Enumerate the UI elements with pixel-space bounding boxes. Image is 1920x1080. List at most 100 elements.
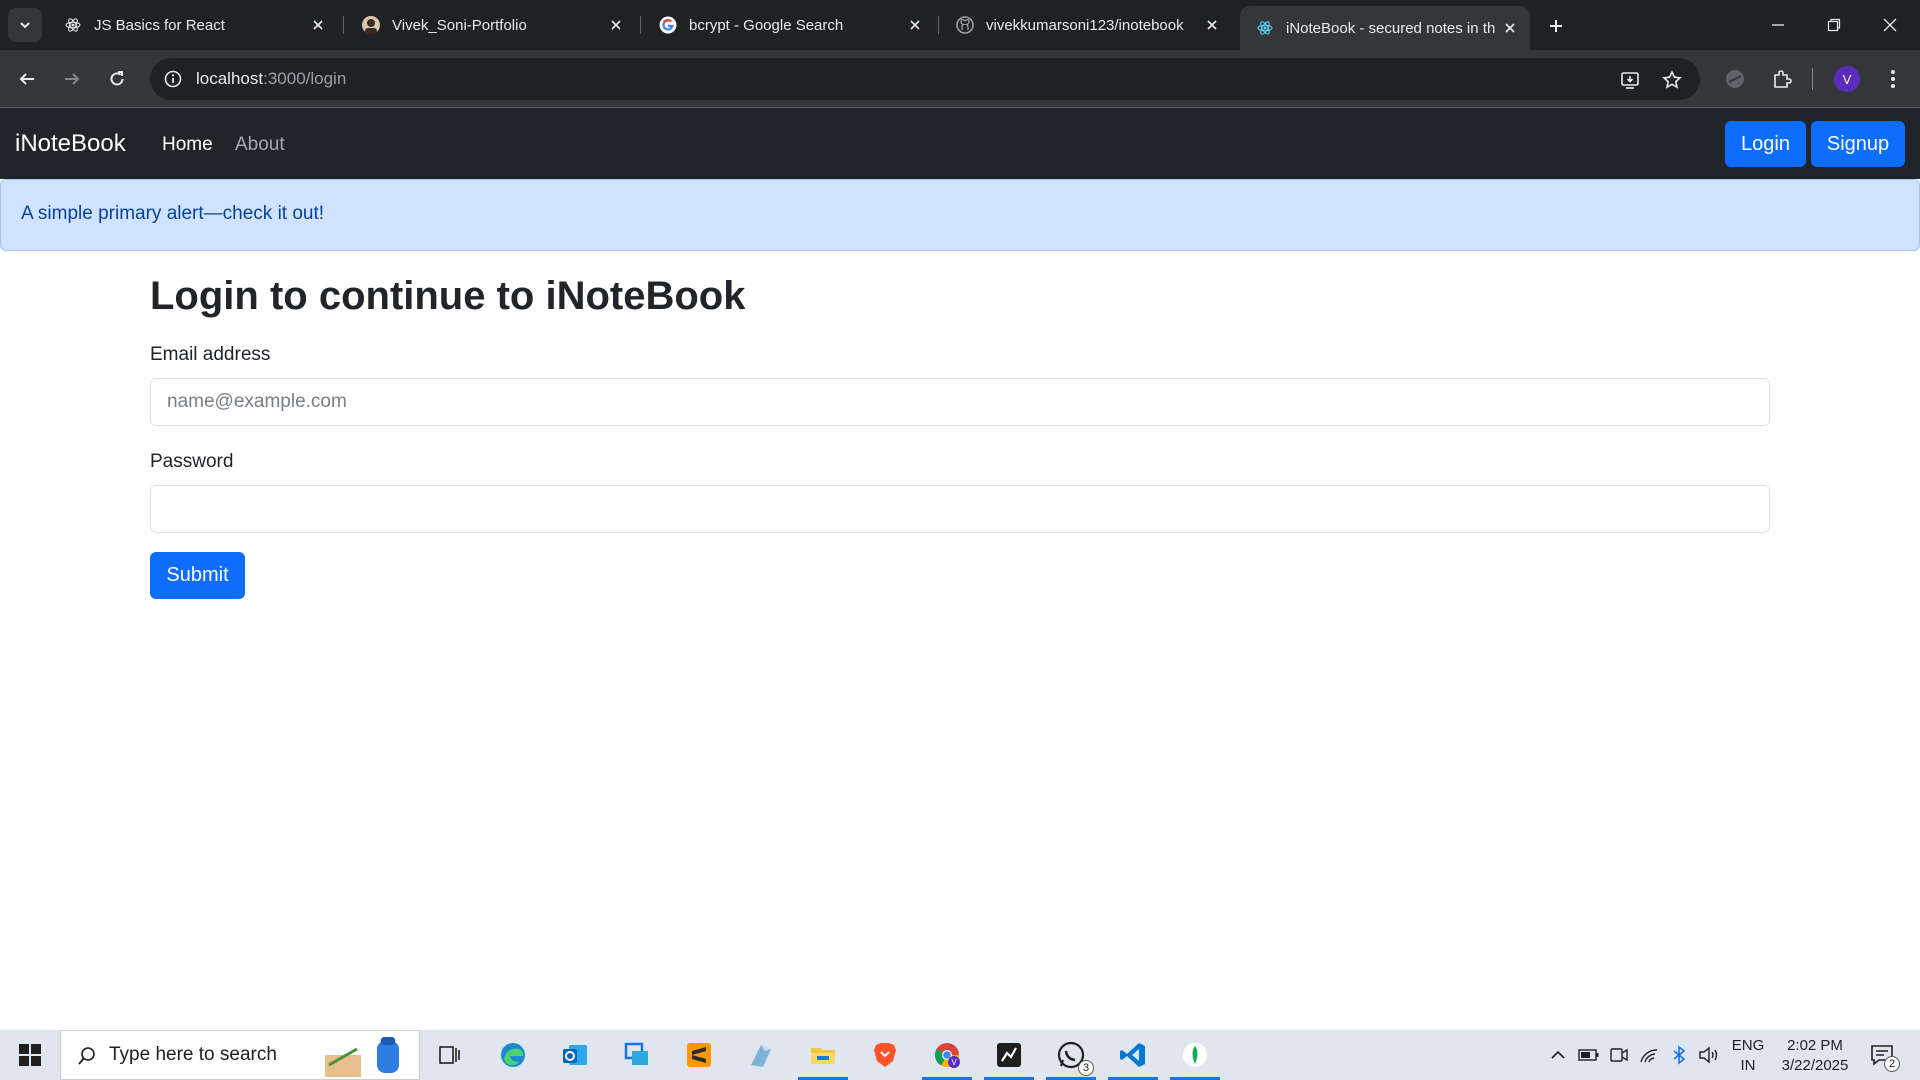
react-icon bbox=[1256, 19, 1274, 37]
tab-title: Vivek_Soni-Portfolio bbox=[392, 16, 527, 34]
chevron-down-icon bbox=[20, 22, 30, 29]
install-app-icon[interactable] bbox=[1616, 66, 1644, 94]
nav-link-home[interactable]: Home bbox=[162, 134, 213, 156]
input-language-indicator[interactable]: ENG IN bbox=[1728, 1036, 1768, 1076]
close-window-button[interactable] bbox=[1862, 0, 1918, 50]
wifi-icon[interactable] bbox=[1636, 1030, 1662, 1080]
reload-icon bbox=[110, 71, 124, 86]
url-text[interactable]: localhost:3000/login bbox=[196, 69, 346, 89]
language-code: ENG bbox=[1731, 1037, 1765, 1054]
svg-text:V: V bbox=[951, 1058, 957, 1067]
extension-blocked-icon[interactable] bbox=[1718, 62, 1752, 96]
navbar-brand[interactable]: iNoteBook bbox=[15, 130, 126, 158]
bookmark-star-icon[interactable] bbox=[1658, 66, 1686, 94]
primary-alert: A simple primary alert—check it out! bbox=[0, 179, 1920, 251]
browser-tab-portfolio[interactable]: Vivek_Soni-Portfolio bbox=[346, 6, 636, 44]
tab-title: JS Basics for React bbox=[94, 16, 225, 34]
search-highlight-illustration-icon bbox=[325, 1037, 399, 1077]
close-icon bbox=[1883, 18, 1897, 32]
close-tab-icon[interactable] bbox=[905, 15, 925, 35]
taskbar-search-box[interactable]: Type here to search bbox=[60, 1030, 420, 1080]
mongodb-compass-icon[interactable] bbox=[1166, 1030, 1224, 1080]
email-field[interactable] bbox=[150, 378, 1770, 426]
email-label: Email address bbox=[150, 344, 271, 365]
url-path: :3000/login bbox=[263, 69, 347, 88]
close-tab-icon[interactable] bbox=[308, 15, 328, 35]
search-icon bbox=[78, 1047, 95, 1065]
google-icon bbox=[659, 16, 677, 34]
tab-search-button[interactable] bbox=[8, 8, 42, 42]
login-button[interactable]: Login bbox=[1725, 121, 1806, 167]
password-field[interactable] bbox=[150, 485, 1770, 533]
github-icon bbox=[956, 16, 974, 34]
react-icon bbox=[64, 16, 82, 34]
page-title: Login to continue to iNoteBook bbox=[150, 274, 746, 318]
tab-title: vivekkumarsoni123/inotebook bbox=[986, 16, 1184, 34]
alert-text: A simple primary alert—check it out! bbox=[21, 203, 325, 224]
minimize-icon bbox=[1772, 24, 1784, 26]
new-tab-button[interactable] bbox=[1542, 12, 1570, 40]
tab-separator bbox=[938, 16, 939, 34]
browser-toolbar: localhost:3000/login V bbox=[0, 50, 1920, 108]
whatsapp-unread-badge: 3 bbox=[1078, 1060, 1094, 1076]
restore-icon bbox=[1827, 18, 1841, 32]
taskbar-clock[interactable]: 2:02 PM 3/22/2025 bbox=[1770, 1036, 1860, 1076]
arrow-right-icon bbox=[65, 73, 80, 85]
url-host: localhost bbox=[196, 69, 264, 88]
windows-taskbar: Type here to search V 3 ENG IN 2:02 PM 3… bbox=[0, 1030, 1920, 1080]
chrome-menu-button[interactable] bbox=[1876, 62, 1910, 96]
back-button[interactable] bbox=[10, 62, 44, 96]
site-info-icon[interactable] bbox=[160, 66, 186, 92]
sublime-text-icon[interactable] bbox=[670, 1030, 728, 1080]
browser-tab-github[interactable]: vivekkumarsoni123/inotebook bbox=[940, 6, 1232, 44]
chrome-taskbar-icon[interactable]: V bbox=[918, 1030, 976, 1080]
start-button[interactable] bbox=[0, 1030, 60, 1080]
profile-avatar[interactable]: V bbox=[1834, 66, 1860, 92]
arrow-left-icon bbox=[19, 73, 34, 85]
remote-desktop-icon[interactable] bbox=[608, 1030, 666, 1080]
brave-browser-icon[interactable] bbox=[856, 1030, 914, 1080]
tab-separator bbox=[343, 16, 344, 34]
reload-button[interactable] bbox=[100, 62, 134, 96]
close-tab-icon[interactable] bbox=[1202, 15, 1222, 35]
toolbar-divider bbox=[1812, 68, 1813, 90]
bluetooth-icon[interactable] bbox=[1666, 1030, 1692, 1080]
outlook-icon[interactable] bbox=[546, 1030, 604, 1080]
close-tab-icon[interactable] bbox=[1500, 18, 1520, 38]
volume-icon[interactable] bbox=[1696, 1030, 1722, 1080]
edge-browser-icon[interactable] bbox=[484, 1030, 542, 1080]
close-tab-icon[interactable] bbox=[606, 15, 626, 35]
file-explorer-icon[interactable] bbox=[794, 1030, 852, 1080]
whatsapp-icon[interactable]: 3 bbox=[1042, 1030, 1100, 1080]
browser-tab-inotebook-active[interactable]: iNoteBook - secured notes in th bbox=[1240, 6, 1530, 50]
forward-button[interactable] bbox=[55, 62, 89, 96]
app-blue-paper-icon[interactable] bbox=[732, 1030, 790, 1080]
minimize-button[interactable] bbox=[1750, 0, 1806, 50]
nav-link-about[interactable]: About bbox=[235, 134, 285, 156]
windows-logo-icon bbox=[19, 1044, 41, 1066]
tab-title: bcrypt - Google Search bbox=[689, 16, 844, 34]
browser-tab-google-search[interactable]: bcrypt - Google Search bbox=[643, 6, 935, 44]
show-hidden-icons-chevron-up-icon[interactable] bbox=[1546, 1030, 1570, 1080]
login-form-container: Login to continue to iNoteBook Email add… bbox=[150, 274, 1770, 599]
clock-date: 3/22/2025 bbox=[1781, 1057, 1849, 1074]
battery-icon[interactable] bbox=[1576, 1030, 1602, 1080]
vscode-icon[interactable] bbox=[1104, 1030, 1162, 1080]
web-page: iNoteBook Home About Login Signup A simp… bbox=[0, 108, 1920, 1030]
restore-button[interactable] bbox=[1806, 0, 1862, 50]
address-bar[interactable]: localhost:3000/login bbox=[150, 58, 1700, 100]
extensions-puzzle-icon[interactable] bbox=[1765, 62, 1799, 96]
browser-tab-js-basics[interactable]: JS Basics for React bbox=[48, 6, 338, 44]
notification-center-button[interactable]: 2 bbox=[1862, 1040, 1902, 1072]
kebab-menu-icon bbox=[1891, 70, 1895, 88]
browser-tab-strip: JS Basics for React Vivek_Soni-Portfolio… bbox=[0, 0, 1920, 50]
tab-title: iNoteBook - secured notes in th bbox=[1286, 19, 1496, 37]
region-code: IN bbox=[1740, 1057, 1756, 1074]
webcam-icon[interactable] bbox=[1606, 1030, 1632, 1080]
clock-time: 2:02 PM bbox=[1787, 1037, 1843, 1054]
submit-button[interactable]: Submit bbox=[150, 552, 245, 599]
task-view-icon[interactable] bbox=[421, 1030, 479, 1080]
tab-separator bbox=[640, 16, 641, 34]
terminal-app-icon[interactable] bbox=[980, 1030, 1038, 1080]
signup-button[interactable]: Signup bbox=[1811, 121, 1905, 167]
